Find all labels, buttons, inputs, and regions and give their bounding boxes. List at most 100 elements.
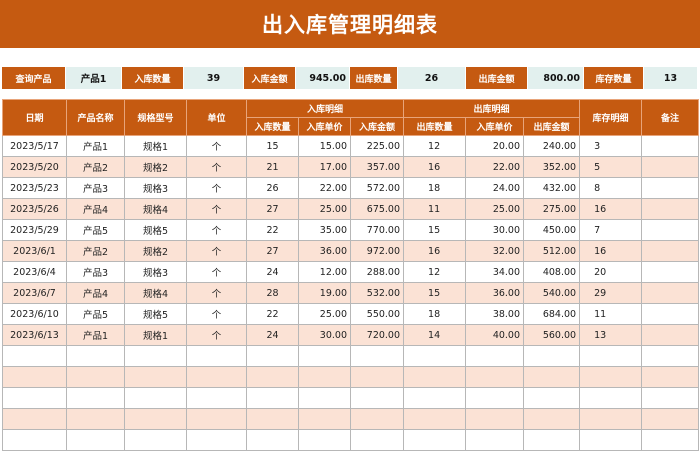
cell-out-amount[interactable]: 432.00 — [523, 177, 581, 199]
cell-note[interactable] — [641, 303, 700, 325]
cell-in-qty[interactable]: 28 — [246, 282, 299, 304]
cell-in-amount[interactable]: 675.00 — [349, 198, 405, 220]
cell-stock[interactable]: 13 — [579, 324, 643, 346]
cell-out-amount[interactable] — [523, 387, 581, 409]
cell-product[interactable] — [66, 345, 125, 367]
cell-date[interactable]: 2023/6/1 — [2, 240, 67, 262]
cell-stock[interactable]: 3 — [579, 135, 643, 157]
cell-note[interactable] — [641, 261, 700, 283]
cell-date[interactable] — [2, 345, 67, 367]
cell-in-qty[interactable]: 22 — [246, 219, 299, 241]
cell-note[interactable] — [641, 366, 700, 388]
cell-out-amount[interactable]: 540.00 — [523, 282, 581, 304]
cell-spec[interactable]: 规格4 — [124, 198, 187, 220]
cell-product[interactable]: 产品5 — [66, 303, 125, 325]
cell-in-qty[interactable]: 27 — [246, 240, 299, 262]
cell-unit[interactable]: 个 — [186, 177, 247, 199]
cell-out-price[interactable]: 34.00 — [465, 261, 525, 283]
cell-note[interactable] — [641, 219, 700, 241]
cell-date[interactable] — [2, 387, 67, 409]
cell-product[interactable]: 产品2 — [66, 240, 125, 262]
cell-date[interactable]: 2023/6/10 — [2, 303, 67, 325]
cell-in-price[interactable]: 17.00 — [298, 156, 351, 178]
cell-unit[interactable]: 个 — [186, 240, 247, 262]
cell-in-amount[interactable]: 770.00 — [349, 219, 405, 241]
cell-product[interactable]: 产品4 — [66, 282, 125, 304]
cell-in-qty[interactable]: 26 — [246, 177, 299, 199]
cell-date[interactable]: 2023/5/29 — [2, 219, 67, 241]
cell-out-qty[interactable]: 18 — [403, 177, 467, 199]
cell-out-price[interactable] — [465, 366, 525, 388]
cell-stock[interactable]: 11 — [579, 303, 643, 325]
cell-in-price[interactable]: 35.00 — [298, 219, 351, 241]
cell-note[interactable] — [641, 387, 700, 409]
cell-out-qty[interactable]: 18 — [403, 303, 467, 325]
cell-in-amount[interactable]: 972.00 — [349, 240, 405, 262]
cell-out-price[interactable]: 22.00 — [465, 156, 525, 178]
cell-in-amount[interactable]: 532.00 — [349, 282, 405, 304]
cell-out-amount[interactable]: 684.00 — [523, 303, 581, 325]
cell-in-qty[interactable] — [246, 408, 299, 430]
cell-date[interactable]: 2023/5/23 — [2, 177, 67, 199]
cell-note[interactable] — [641, 345, 700, 367]
cell-spec[interactable]: 规格4 — [124, 282, 187, 304]
cell-in-qty[interactable] — [246, 387, 299, 409]
cell-product[interactable]: 产品1 — [66, 324, 125, 346]
cell-stock[interactable] — [579, 345, 643, 367]
cell-in-price[interactable] — [298, 345, 351, 367]
cell-spec[interactable]: 规格5 — [124, 219, 187, 241]
cell-out-price[interactable]: 25.00 — [465, 198, 525, 220]
cell-product[interactable]: 产品3 — [66, 177, 125, 199]
cell-stock[interactable]: 20 — [579, 261, 643, 283]
cell-in-qty[interactable] — [246, 345, 299, 367]
cell-in-qty[interactable]: 27 — [246, 198, 299, 220]
cell-stock[interactable] — [579, 429, 643, 451]
cell-product[interactable] — [66, 408, 125, 430]
cell-product[interactable]: 产品1 — [66, 135, 125, 157]
cell-in-qty[interactable]: 21 — [246, 156, 299, 178]
cell-note[interactable] — [641, 324, 700, 346]
cell-date[interactable] — [2, 408, 67, 430]
cell-out-price[interactable]: 30.00 — [465, 219, 525, 241]
cell-date[interactable]: 2023/5/20 — [2, 156, 67, 178]
cell-unit[interactable]: 个 — [186, 261, 247, 283]
cell-in-price[interactable]: 15.00 — [298, 135, 351, 157]
cell-in-amount[interactable] — [349, 366, 405, 388]
cell-out-amount[interactable]: 275.00 — [523, 198, 581, 220]
cell-stock[interactable] — [579, 366, 643, 388]
cell-unit[interactable] — [186, 429, 247, 451]
cell-in-amount[interactable] — [349, 429, 405, 451]
cell-note[interactable] — [641, 240, 700, 262]
cell-unit[interactable]: 个 — [186, 135, 247, 157]
cell-out-price[interactable] — [465, 387, 525, 409]
cell-out-qty[interactable]: 14 — [403, 324, 467, 346]
cell-in-price[interactable]: 30.00 — [298, 324, 351, 346]
cell-out-price[interactable] — [465, 345, 525, 367]
cell-date[interactable]: 2023/6/4 — [2, 261, 67, 283]
cell-out-amount[interactable]: 240.00 — [523, 135, 581, 157]
cell-in-price[interactable]: 25.00 — [298, 198, 351, 220]
cell-date[interactable]: 2023/5/17 — [2, 135, 67, 157]
cell-in-price[interactable]: 22.00 — [298, 177, 351, 199]
cell-out-price[interactable]: 32.00 — [465, 240, 525, 262]
cell-in-amount[interactable]: 357.00 — [349, 156, 405, 178]
cell-spec[interactable] — [124, 429, 187, 451]
cell-in-price[interactable] — [298, 366, 351, 388]
cell-product[interactable]: 产品4 — [66, 198, 125, 220]
cell-unit[interactable]: 个 — [186, 198, 247, 220]
cell-stock[interactable]: 29 — [579, 282, 643, 304]
cell-out-amount[interactable] — [523, 366, 581, 388]
cell-product[interactable]: 产品2 — [66, 156, 125, 178]
cell-out-qty[interactable]: 15 — [403, 219, 467, 241]
cell-in-qty[interactable] — [246, 366, 299, 388]
cell-out-price[interactable]: 36.00 — [465, 282, 525, 304]
cell-out-price[interactable]: 24.00 — [465, 177, 525, 199]
cell-unit[interactable] — [186, 345, 247, 367]
cell-in-price[interactable]: 25.00 — [298, 303, 351, 325]
cell-stock[interactable] — [579, 387, 643, 409]
cell-out-qty[interactable]: 15 — [403, 282, 467, 304]
cell-spec[interactable]: 规格2 — [124, 240, 187, 262]
cell-note[interactable] — [641, 198, 700, 220]
cell-date[interactable] — [2, 366, 67, 388]
cell-date[interactable]: 2023/6/7 — [2, 282, 67, 304]
